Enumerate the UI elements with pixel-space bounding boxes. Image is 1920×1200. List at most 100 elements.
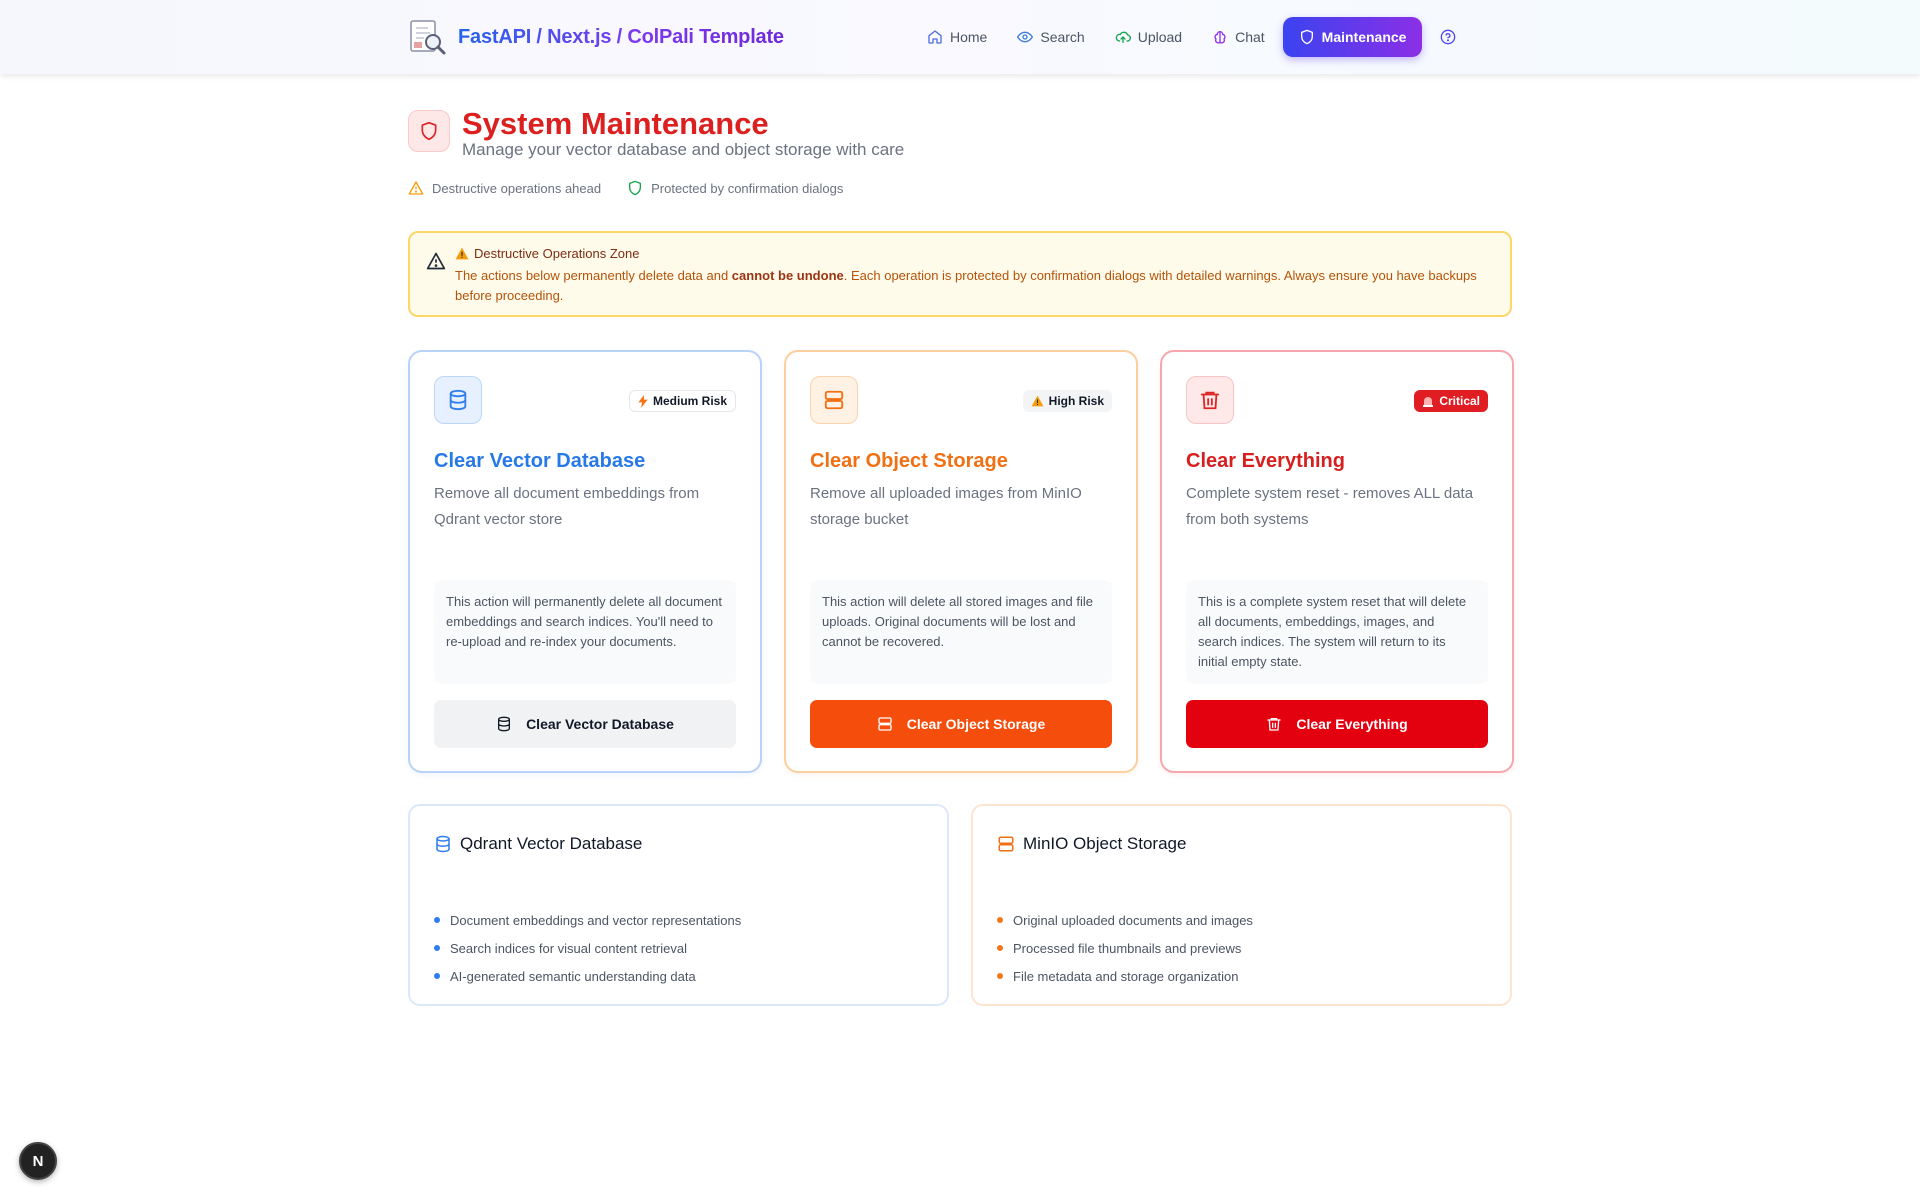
card-icon-box bbox=[810, 376, 858, 424]
card-title: Clear Everything bbox=[1186, 450, 1345, 472]
home-icon bbox=[928, 30, 942, 44]
nav-search[interactable]: Search bbox=[1005, 17, 1096, 57]
card-note: This action will permanently delete all … bbox=[434, 580, 736, 684]
list-item: AI-generated semantic understanding data bbox=[434, 962, 741, 990]
panel-list: Original uploaded documents and images P… bbox=[997, 906, 1253, 990]
page-tags: Destructive operations ahead Protected b… bbox=[408, 180, 843, 196]
card-clear-object-storage: High Risk Clear Object Storage Remove al… bbox=[784, 350, 1138, 773]
bullet-dot bbox=[997, 945, 1003, 951]
siren-icon bbox=[1423, 397, 1434, 407]
warning-text: The actions below permanently delete dat… bbox=[455, 266, 1495, 306]
risk-badge: Critical bbox=[1414, 390, 1488, 412]
tag-protected: Protected by confirmation dialogs bbox=[627, 180, 843, 196]
shield-icon bbox=[629, 180, 642, 196]
clear-object-storage-button[interactable]: Clear Object Storage bbox=[810, 700, 1112, 748]
card-icon-box bbox=[1186, 376, 1234, 424]
panel-list: Document embeddings and vector represent… bbox=[434, 906, 741, 990]
list-item-text: AI-generated semantic understanding data bbox=[450, 968, 696, 984]
page-title: System Maintenance bbox=[462, 106, 769, 141]
card-clear-vector-database: Medium Risk Clear Vector Database Remove… bbox=[408, 350, 762, 773]
card-title: Clear Object Storage bbox=[810, 450, 1008, 472]
nav-home[interactable]: Home bbox=[915, 17, 999, 57]
warning-title-text: Destructive Operations Zone bbox=[474, 246, 640, 261]
document-search-logo-icon bbox=[410, 20, 446, 55]
risk-badge-label: Medium Risk bbox=[652, 394, 727, 408]
brand-title: FastAPI / Next.js / ColPali Template bbox=[458, 25, 784, 48]
warning-title: Destructive Operations Zone bbox=[455, 246, 639, 261]
list-item-text: Search indices for visual content retrie… bbox=[450, 940, 688, 956]
nav-chat[interactable]: Chat bbox=[1200, 17, 1277, 57]
nextjs-dev-indicator[interactable]: N bbox=[19, 1142, 57, 1180]
card-icon-box bbox=[434, 376, 482, 424]
warning-emoji-icon bbox=[1031, 395, 1044, 407]
clear-everything-button[interactable]: Clear Everything bbox=[1186, 700, 1488, 748]
nav-search-label: Search bbox=[1040, 29, 1085, 45]
cloud-upload-icon bbox=[1115, 31, 1131, 43]
brain-icon bbox=[1214, 30, 1226, 44]
list-item: File metadata and storage organization bbox=[997, 962, 1253, 990]
card-description: Complete system reset - removes ALL data… bbox=[1186, 485, 1474, 528]
panel-title: Qdrant Vector Database bbox=[434, 834, 642, 854]
database-icon bbox=[449, 389, 467, 411]
bullet-dot bbox=[434, 917, 440, 923]
shield-icon bbox=[421, 121, 437, 141]
list-item-text: File metadata and storage organization bbox=[1013, 968, 1239, 984]
risk-badge: High Risk bbox=[1022, 390, 1112, 412]
card-description: Remove all document embeddings from Qdra… bbox=[434, 485, 700, 528]
panel-title-text: Qdrant Vector Database bbox=[460, 834, 643, 853]
panel-title-text: MinIO Object Storage bbox=[1023, 834, 1187, 853]
bullet-dot bbox=[434, 945, 440, 951]
panel-qdrant: Qdrant Vector Database Document embeddin… bbox=[408, 804, 949, 1006]
warning-text-part: The actions below permanently delete dat… bbox=[455, 268, 732, 283]
lightning-icon bbox=[638, 394, 648, 408]
trash-icon bbox=[1267, 718, 1282, 731]
card-clear-everything: Critical Clear Everything Complete syste… bbox=[1160, 350, 1514, 773]
list-item: Document embeddings and vector represent… bbox=[434, 906, 741, 934]
button-label: Clear Object Storage bbox=[906, 716, 1046, 732]
nav-upload-label: Upload bbox=[1137, 29, 1183, 45]
card-note: This is a complete system reset that wil… bbox=[1186, 580, 1488, 684]
help-circle-icon bbox=[1441, 29, 1456, 45]
bullet-dot bbox=[997, 917, 1003, 923]
nav-home-label: Home bbox=[950, 29, 988, 45]
main-nav: Home Search Upload Chat Maintenance bbox=[915, 17, 1468, 57]
button-label: Clear Everything bbox=[1296, 716, 1408, 732]
destructive-warning-alert: Destructive Operations Zone The actions … bbox=[408, 231, 1512, 317]
list-item: Original uploaded documents and images bbox=[997, 906, 1253, 934]
nav-chat-label: Chat bbox=[1235, 29, 1265, 45]
brand[interactable]: FastAPI / Next.js / ColPali Template bbox=[408, 18, 784, 56]
card-title: Clear Vector Database bbox=[434, 450, 646, 472]
card-note: This action will delete all stored image… bbox=[810, 580, 1112, 684]
nav-maintenance[interactable]: Maintenance bbox=[1282, 17, 1423, 57]
bullet-dot bbox=[997, 973, 1003, 979]
nav-upload[interactable]: Upload bbox=[1103, 17, 1194, 57]
page-subtitle: Manage your vector database and object s… bbox=[462, 140, 905, 159]
server-icon bbox=[998, 836, 1014, 852]
button-label: Clear Vector Database bbox=[526, 716, 674, 732]
risk-badge-label: High Risk bbox=[1048, 394, 1104, 408]
page-shield-badge bbox=[408, 110, 450, 152]
server-icon bbox=[878, 717, 892, 731]
top-navbar: FastAPI / Next.js / ColPali Template Hom… bbox=[0, 0, 1920, 74]
server-icon bbox=[824, 390, 844, 410]
risk-badge-label: Critical bbox=[1439, 394, 1480, 408]
alert-triangle-icon bbox=[408, 181, 424, 195]
tag-destructive: Destructive operations ahead bbox=[408, 180, 601, 196]
help-button[interactable] bbox=[1428, 17, 1468, 57]
alert-triangle-icon bbox=[426, 252, 446, 270]
tag-destructive-label: Destructive operations ahead bbox=[432, 180, 602, 196]
warning-emoji-icon bbox=[455, 247, 469, 260]
nav-maintenance-label: Maintenance bbox=[1321, 29, 1407, 45]
warning-text-bold: cannot be undone bbox=[731, 268, 844, 283]
risk-badge: Medium Risk bbox=[628, 390, 736, 412]
list-item-text: Processed file thumbnails and previews bbox=[1013, 940, 1242, 956]
list-item-text: Document embeddings and vector represent… bbox=[450, 912, 742, 928]
database-icon bbox=[498, 716, 511, 732]
trash-icon bbox=[1200, 391, 1220, 410]
clear-vector-database-button[interactable]: Clear Vector Database bbox=[434, 700, 736, 748]
database-icon bbox=[436, 835, 450, 853]
shield-icon bbox=[1300, 29, 1313, 45]
card-description: Remove all uploaded images from MinIO st… bbox=[810, 485, 1082, 528]
panel-minio: MinIO Object Storage Original uploaded d… bbox=[971, 804, 1512, 1006]
list-item: Search indices for visual content retrie… bbox=[434, 934, 741, 962]
